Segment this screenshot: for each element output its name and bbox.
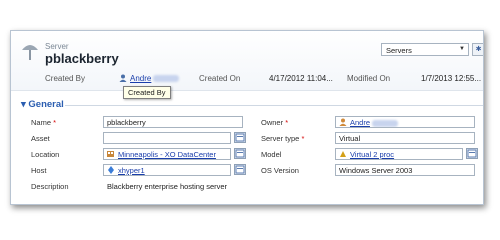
description-label: Description xyxy=(31,182,69,191)
section-general-title[interactable]: ▾ General xyxy=(21,99,64,110)
server-type-label: Server type * xyxy=(261,134,305,143)
location-icon xyxy=(107,151,114,157)
record-title: pblackberry xyxy=(45,51,119,66)
redacted-text xyxy=(372,119,399,127)
description-input[interactable]: Blackberry enterprise hosting server xyxy=(103,180,263,192)
model-icon xyxy=(340,151,346,157)
host-label: Host xyxy=(31,166,47,175)
user-icon xyxy=(339,118,347,126)
owner-link[interactable]: Andre xyxy=(350,118,370,127)
server-type-select[interactable]: Virtual xyxy=(335,132,475,144)
host-input[interactable]: xhyper1 xyxy=(103,164,231,176)
section-title-text: General xyxy=(28,99,64,110)
server-entity-icon xyxy=(22,45,38,60)
dropdown-arrow-icon: ▼ xyxy=(459,46,465,52)
os-version-input[interactable]: Windows Server 2003 xyxy=(335,164,475,176)
created-by-link[interactable]: Andre xyxy=(130,74,151,83)
os-version-label: OS Version xyxy=(261,166,299,175)
form-header: Server pblackberry Servers ▼ ✱ Created B… xyxy=(11,31,483,91)
lookup-icon[interactable] xyxy=(234,132,246,143)
lookup-icon[interactable] xyxy=(234,148,246,159)
asset-label: Asset xyxy=(31,134,50,143)
owner-input[interactable]: Andre xyxy=(335,116,475,128)
model-input[interactable]: Virtual 2 proc xyxy=(335,148,463,160)
entity-type-label: Server xyxy=(45,42,69,51)
torn-edge xyxy=(11,199,483,204)
lookup-icon[interactable] xyxy=(466,148,478,159)
user-icon xyxy=(119,74,127,82)
model-label: Model xyxy=(261,150,282,159)
name-input[interactable]: pblackberry xyxy=(103,116,243,128)
record-form-card: Server pblackberry Servers ▼ ✱ Created B… xyxy=(10,30,484,205)
settings-icon[interactable]: ✱ xyxy=(472,43,483,56)
host-icon xyxy=(108,166,114,174)
location-input[interactable]: Minneapolis - XO DataCenter xyxy=(103,148,231,160)
model-link[interactable]: Virtual 2 proc xyxy=(350,150,394,159)
created-by-label: Created By xyxy=(45,74,86,83)
lookup-icon[interactable] xyxy=(234,164,246,175)
location-label: Location xyxy=(31,150,60,159)
name-label: Name * xyxy=(31,118,57,127)
collapse-arrow-icon[interactable]: ▾ xyxy=(21,99,26,110)
created-on-label: Created On xyxy=(199,74,241,83)
modified-on-label: Modified On xyxy=(347,74,391,83)
asset-input[interactable] xyxy=(103,132,231,144)
created-by-tooltip: Created By xyxy=(123,86,171,99)
created-by-field[interactable]: Andre xyxy=(119,74,180,83)
location-link[interactable]: Minneapolis - XO DataCenter xyxy=(118,150,216,159)
owner-label: Owner * xyxy=(261,118,289,127)
redacted-text xyxy=(153,75,180,83)
form-selector-dropdown[interactable]: Servers ▼ xyxy=(381,43,469,56)
created-on-value: 4/17/2012 11:04... xyxy=(269,74,333,83)
form-selector-value: Servers xyxy=(386,46,412,55)
section-divider xyxy=(65,105,483,106)
modified-on-value: 1/7/2013 12:55... xyxy=(421,74,482,83)
host-link[interactable]: xhyper1 xyxy=(118,166,145,175)
